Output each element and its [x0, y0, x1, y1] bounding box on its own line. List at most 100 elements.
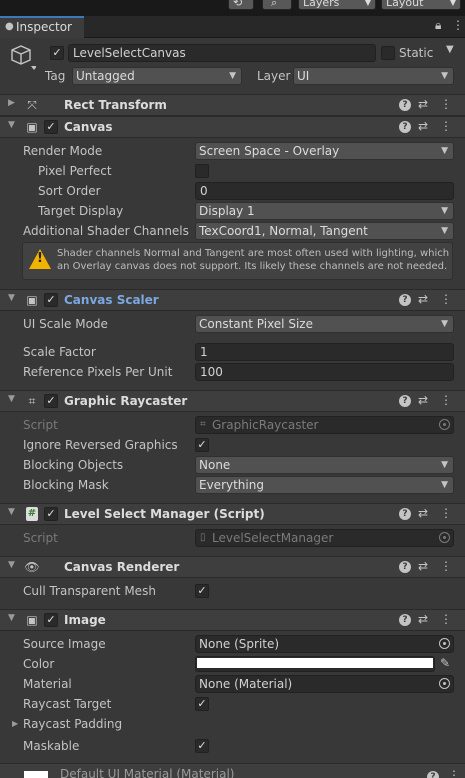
help-icon[interactable]: ?: [399, 561, 411, 573]
expanded-arrow-icon[interactable]: ▼: [8, 613, 15, 623]
layout-dropdown[interactable]: Layout ▼: [381, 0, 461, 10]
raycaster-icon: ⌗: [28, 394, 36, 408]
static-dropdown-arrow[interactable]: ▼: [446, 44, 454, 55]
static-checkbox[interactable]: [381, 46, 395, 60]
expanded-arrow-icon[interactable]: ▼: [8, 293, 15, 303]
image-icon: ▣: [26, 613, 38, 627]
canvas-scaler-enabled-checkbox[interactable]: ✓: [44, 293, 58, 307]
component-image[interactable]: ▼ ▣ ✓ Image ? ⇄ ⋮: [0, 609, 465, 631]
help-icon[interactable]: ?: [399, 508, 411, 520]
component-canvas-scaler[interactable]: ▼ ▣ ✓ Canvas Scaler ? ⇄ ⋮: [0, 289, 465, 311]
csharp-script-icon: #: [26, 507, 38, 521]
expanded-arrow-icon[interactable]: ▼: [8, 394, 15, 404]
search-button[interactable]: ⌕: [262, 0, 292, 10]
render-mode-dropdown[interactable]: Screen Space - Overlay ▼: [195, 142, 454, 160]
component-canvas[interactable]: ▼ ▣ ✓ Canvas ? ⇄ ⋮: [0, 116, 465, 138]
help-icon[interactable]: ?: [399, 294, 411, 306]
expanded-arrow-icon[interactable]: ▼: [8, 560, 15, 570]
history-button[interactable]: ⟲: [228, 0, 254, 10]
canvas-icon: ▣: [26, 120, 38, 134]
sort-order-label: Sort Order: [38, 184, 101, 198]
more-icon[interactable]: ⋮: [440, 559, 452, 573]
object-picker-icon: [439, 419, 450, 430]
maskable-checkbox[interactable]: ✓: [195, 739, 209, 753]
ignore-reversed-checkbox[interactable]: ✓: [195, 438, 209, 452]
more-icon[interactable]: ⋮: [440, 393, 452, 407]
level-select-manager-enabled-checkbox[interactable]: ✓: [44, 507, 58, 521]
active-checkbox[interactable]: ✓: [50, 46, 64, 60]
layer-label: Layer: [257, 69, 291, 83]
graphic-raycaster-enabled-checkbox[interactable]: ✓: [44, 394, 58, 408]
material-field[interactable]: None (Material): [195, 675, 454, 693]
eyedropper-icon[interactable]: ✎: [440, 656, 450, 670]
material-label: Material: [23, 677, 72, 691]
history-icon: ⟲: [233, 0, 243, 9]
static-label: Static: [399, 46, 434, 60]
more-icon[interactable]: ⋮: [440, 292, 452, 306]
scale-factor-label: Scale Factor: [23, 345, 96, 359]
layer-dropdown[interactable]: UI ▼: [293, 67, 454, 85]
sort-order-input[interactable]: 0: [195, 182, 454, 200]
preset-icon[interactable]: ⇄: [418, 119, 428, 133]
preset-icon[interactable]: ⇄: [418, 612, 428, 626]
component-rect-transform[interactable]: ▶ ⤧ Rect Transform ? ⇄ ⋮: [0, 94, 465, 116]
expanded-arrow-icon[interactable]: ▼: [8, 120, 15, 130]
raycaster-script-field: ⌗ GraphicRaycaster: [195, 416, 454, 434]
blocking-mask-label: Blocking Mask: [23, 478, 109, 492]
collapsed-arrow-icon[interactable]: ▶: [8, 98, 15, 108]
eye-icon: 👁︎: [24, 560, 40, 574]
help-icon[interactable]: ?: [427, 771, 439, 778]
help-icon[interactable]: ?: [399, 614, 411, 626]
object-picker-icon[interactable]: [439, 678, 450, 689]
component-graphic-raycaster[interactable]: ▼ ⌗ ✓ Graphic Raycaster ? ⇄ ⋮: [0, 390, 465, 412]
color-field[interactable]: [195, 656, 435, 672]
preset-icon[interactable]: ⇄: [418, 393, 428, 407]
rect-transform-icon: ⤧: [27, 98, 37, 112]
raycast-target-checkbox[interactable]: ✓: [195, 697, 209, 711]
pixel-perfect-checkbox[interactable]: [195, 164, 209, 178]
lock-icon[interactable]: 🔒︎: [435, 18, 441, 33]
object-picker-icon[interactable]: [439, 638, 450, 649]
layers-dropdown[interactable]: Layers ▼: [298, 0, 376, 10]
script-label: Script: [23, 531, 58, 545]
help-icon[interactable]: ?: [399, 99, 411, 111]
shader-channels-warning: ! Shader channels Normal and Tangent are…: [22, 242, 453, 280]
preset-icon[interactable]: ⇄: [418, 559, 428, 573]
target-display-dropdown[interactable]: Display 1 ▼: [195, 202, 454, 220]
component-level-select-manager[interactable]: ▼ # ✓ Level Select Manager (Script) ? ⇄ …: [0, 503, 465, 525]
tab-inspector[interactable]: ● Inspector: [0, 16, 84, 38]
ui-scale-mode-dropdown[interactable]: Constant Pixel Size ▼: [195, 315, 454, 333]
more-icon[interactable]: ⋮: [440, 119, 452, 133]
preset-icon[interactable]: ⇄: [418, 292, 428, 306]
scale-factor-input[interactable]: 1: [195, 343, 454, 361]
tag-dropdown[interactable]: Untagged ▼: [72, 67, 242, 85]
kebab-menu-icon[interactable]: ⋮: [452, 18, 464, 32]
preset-icon[interactable]: ⇄: [418, 97, 428, 111]
blocking-mask-dropdown[interactable]: Everything ▼: [195, 476, 454, 494]
raycast-padding-label[interactable]: Raycast Padding: [23, 717, 122, 731]
gameobject-icon[interactable]: [10, 44, 37, 70]
preset-icon[interactable]: ⇄: [418, 506, 428, 520]
blocking-objects-dropdown[interactable]: None ▼: [195, 456, 454, 474]
more-icon[interactable]: ⋮: [440, 97, 452, 111]
cull-transparent-checkbox[interactable]: ✓: [195, 584, 209, 598]
help-icon[interactable]: ?: [399, 395, 411, 407]
shader-channels-dropdown[interactable]: TexCoord1, Normal, Tangent ▼: [195, 222, 454, 240]
expanded-arrow-icon[interactable]: ▼: [8, 507, 15, 517]
canvas-enabled-checkbox[interactable]: ✓: [44, 120, 58, 134]
raycast-padding-foldout-icon[interactable]: ▶: [12, 719, 18, 728]
render-mode-label: Render Mode: [23, 144, 103, 158]
tag-label: Tag: [45, 69, 66, 83]
color-swatch: [197, 658, 433, 668]
reference-pixels-input[interactable]: 100: [195, 363, 454, 381]
help-icon[interactable]: ?: [399, 121, 411, 133]
more-icon[interactable]: ⋮: [440, 612, 452, 626]
maskable-label: Maskable: [23, 739, 80, 753]
more-icon[interactable]: ⋮: [448, 768, 460, 778]
object-picker-icon: [439, 532, 450, 543]
more-icon[interactable]: ⋮: [440, 506, 452, 520]
object-name-input[interactable]: LevelSelectCanvas: [68, 44, 376, 62]
image-enabled-checkbox[interactable]: ✓: [44, 613, 58, 627]
source-image-field[interactable]: None (Sprite): [195, 635, 454, 653]
component-canvas-renderer[interactable]: ▼ 👁︎ Canvas Renderer ? ⇄ ⋮: [0, 556, 465, 578]
